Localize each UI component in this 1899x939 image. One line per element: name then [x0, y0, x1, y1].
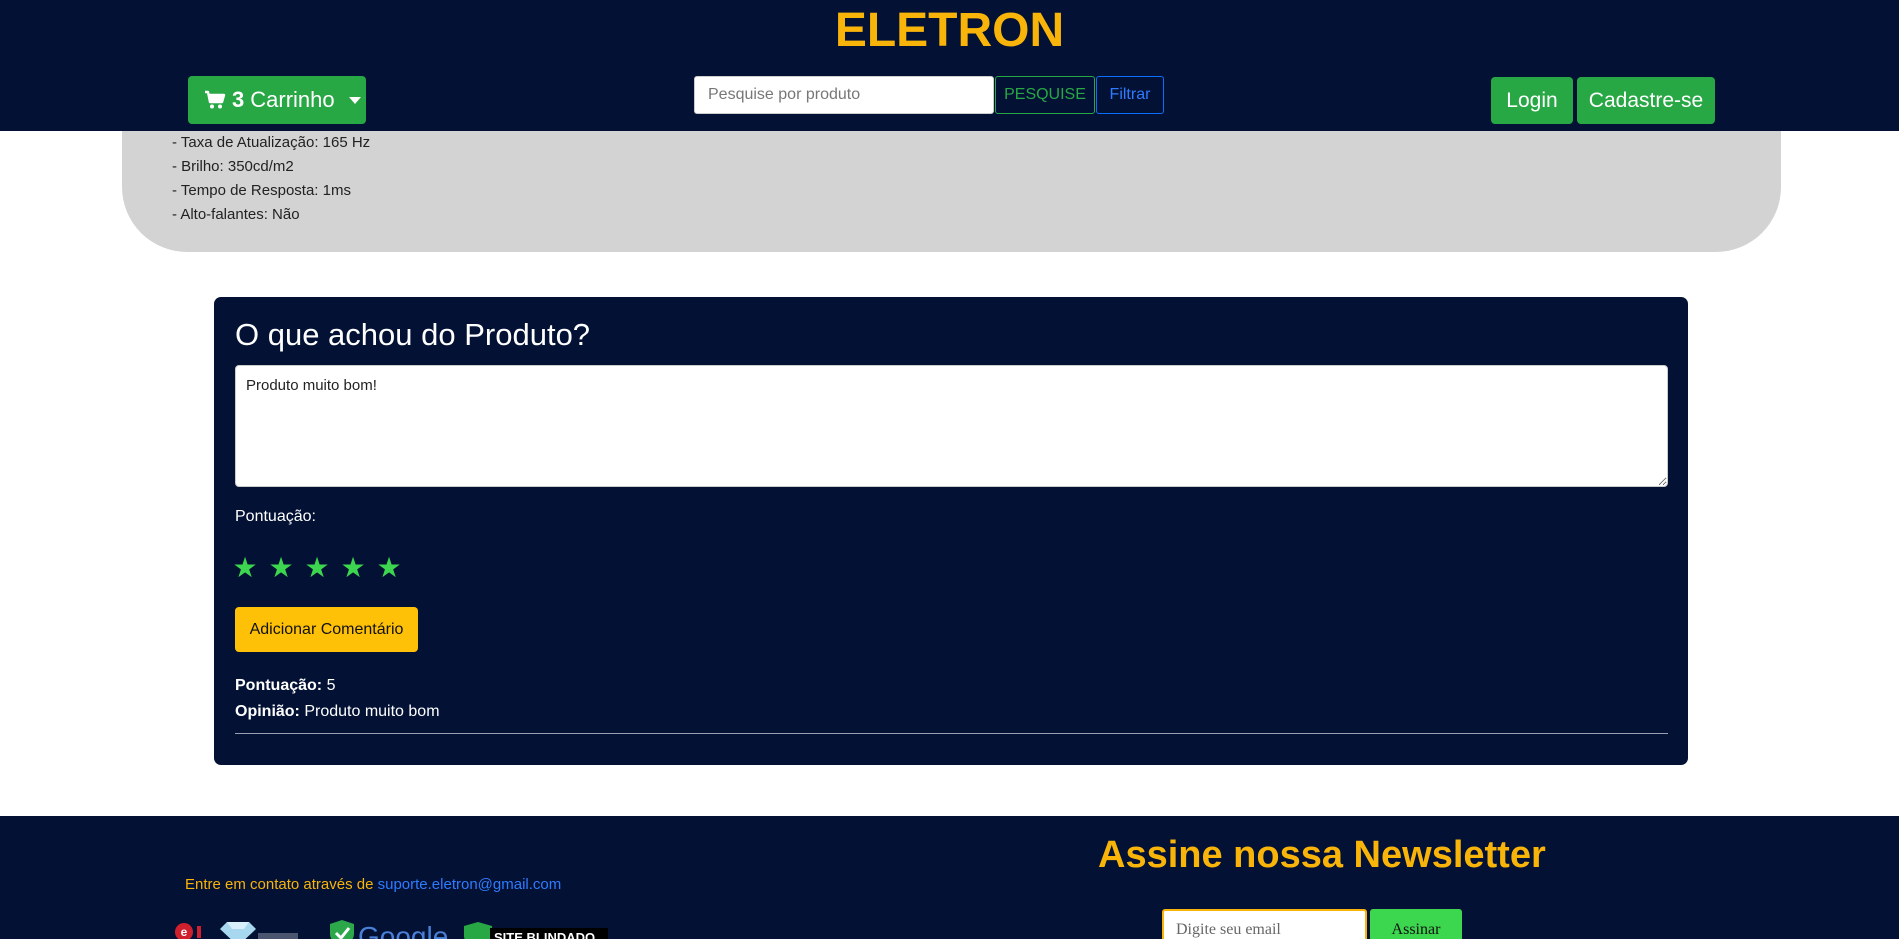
login-button[interactable]: Login [1491, 77, 1573, 124]
spec-item: - Tempo de Resposta: 1ms [172, 182, 351, 199]
spec-item: - Taxa de Atualização: 165 Hz [172, 134, 371, 151]
signup-button[interactable]: Cadastre-se [1577, 77, 1715, 124]
cart-button[interactable]: 3 Carrinho [188, 76, 366, 124]
spec-item: - Alto-falantes: Não [172, 206, 300, 223]
cart-icon [205, 90, 226, 109]
spec-list: - Taxa de Atualização: 165 Hz - Brilho: … [172, 131, 370, 227]
filter-button[interactable]: Filtrar [1096, 76, 1164, 114]
svg-text:SITE BLINDADO: SITE BLINDADO [494, 930, 595, 939]
comment-score-value: 5 [326, 677, 336, 694]
footer: Entre em contato através de suporte.elet… [0, 816, 1899, 939]
contact-label: Entre em contato através de [185, 876, 374, 893]
comment-textarea[interactable]: Produto muito bom! [235, 365, 1668, 487]
comment-opinion: Opinião: Produto muito bom [235, 699, 440, 725]
cart-label: Carrinho [250, 87, 335, 112]
newsletter-title: Assine nossa Newsletter [1098, 834, 1546, 876]
comment-opinion-label: Opinião: [235, 703, 300, 720]
review-title: O que achou do Produto? [235, 317, 591, 352]
contact-text: Entre em contato através de suporte.elet… [185, 876, 561, 893]
spec-item: - Brilho: 350cd/m2 [172, 158, 294, 175]
review-card: O que achou do Produto? Produto muito bo… [214, 297, 1688, 765]
comment-opinion-value: Produto muito bom [304, 703, 440, 720]
navbar: ELETRON 3 Carrinho PESQUISE Filtrar Logi… [0, 0, 1899, 131]
ebit-seal-icon: e [175, 923, 201, 939]
site-blindado-seal-icon: SITE BLINDADO [464, 922, 608, 939]
contact-email-link[interactable]: suporte.eletron@gmail.com [378, 876, 562, 893]
product-specs-panel: - Taxa de Atualização: 165 Hz - Brilho: … [122, 131, 1781, 252]
search-button[interactable]: PESQUISE [995, 76, 1095, 114]
star-icon[interactable]: ★ [304, 551, 330, 585]
brand-title[interactable]: ELETRON [0, 2, 1899, 60]
comment-score-label: Pontuação: [235, 677, 323, 694]
comment-item: Pontuação: 5 Opinião: Produto muito bom [235, 673, 440, 725]
diamond-icon [220, 922, 298, 939]
star-icon[interactable]: ★ [340, 551, 366, 585]
google-seal: Google [358, 921, 448, 939]
newsletter-email-input[interactable] [1162, 909, 1367, 939]
security-seals: e Google SITE BLINDADO [175, 920, 608, 939]
shield-check-icon [330, 920, 354, 939]
comment-score: Pontuação: 5 [235, 673, 440, 699]
star-icon[interactable]: ★ [268, 551, 294, 585]
search-input[interactable] [694, 76, 994, 114]
subscribe-button[interactable]: Assinar [1370, 909, 1462, 939]
add-comment-button[interactable]: Adicionar Comentário [235, 607, 418, 652]
score-label: Pontuação: [235, 508, 316, 525]
chevron-down-icon [348, 96, 361, 104]
star-rating[interactable]: ★ ★ ★ ★ ★ [232, 551, 402, 585]
comment-divider [235, 733, 1668, 734]
svg-text:Google: Google [358, 921, 448, 939]
star-icon[interactable]: ★ [232, 551, 258, 585]
cart-count: 3 [232, 87, 245, 112]
svg-text:e: e [181, 925, 188, 939]
star-icon[interactable]: ★ [376, 551, 402, 585]
